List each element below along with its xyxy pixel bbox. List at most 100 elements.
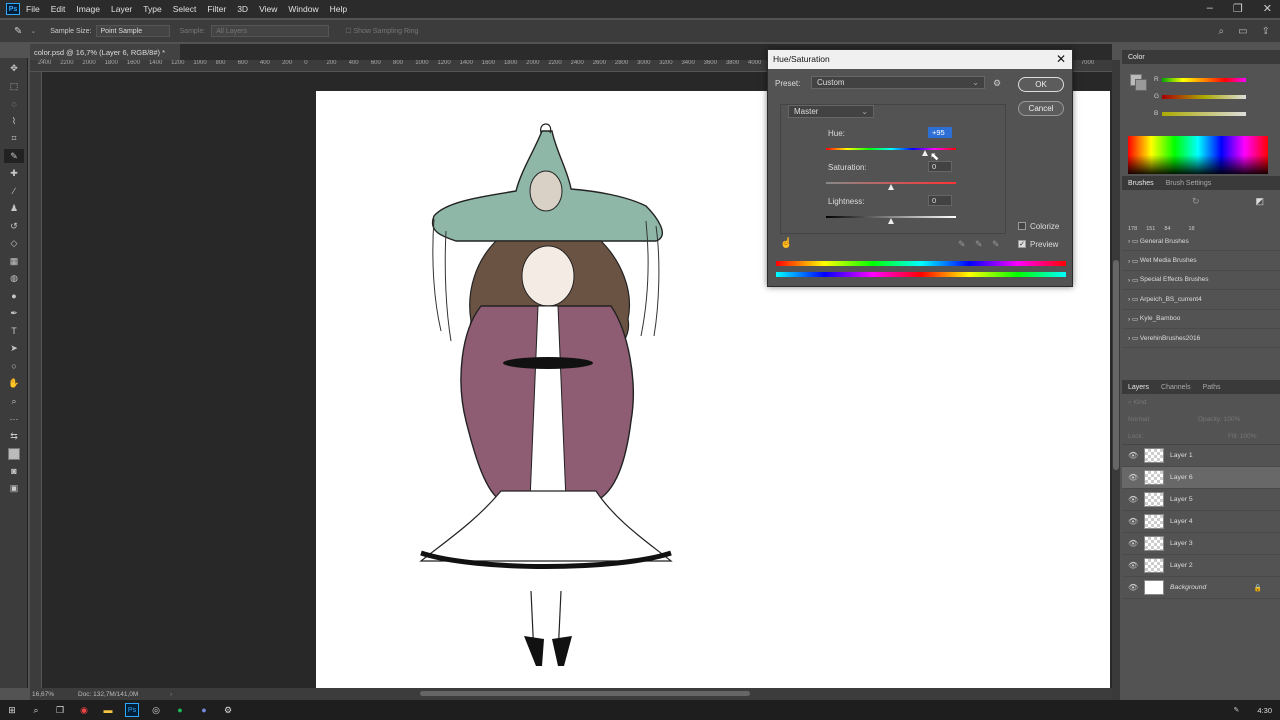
horizontal-scrollbar[interactable] xyxy=(420,691,750,696)
brush-preset-5[interactable]: 18 xyxy=(1189,226,1195,232)
menu-select[interactable]: Select xyxy=(173,4,197,14)
eyedropper-icon[interactable]: ✎ xyxy=(4,149,24,163)
dialog-title-bar[interactable]: Hue/Saturation xyxy=(768,50,1072,69)
saturation-value-field[interactable]: 0 xyxy=(928,161,952,172)
blur-tool-icon[interactable]: ◍ xyxy=(4,272,24,286)
share-icon[interactable]: ⇪ xyxy=(1262,26,1270,37)
brush-tool-icon[interactable]: ∕ xyxy=(4,184,24,198)
chrome-icon[interactable]: ◉ xyxy=(77,703,91,717)
tab-channels[interactable]: Channels xyxy=(1161,384,1191,391)
minimize-icon[interactable]: – xyxy=(1207,2,1213,15)
status-menu-icon[interactable]: › xyxy=(170,691,172,698)
visibility-eye-icon[interactable]: 👁 xyxy=(1128,451,1142,460)
layer-row[interactable]: 👁 Layer 2 xyxy=(1122,555,1280,577)
tool-preset-chevron-icon[interactable]: ⌄ xyxy=(30,27,36,35)
menu-view[interactable]: View xyxy=(259,4,277,14)
document-tab[interactable]: color.psd @ 16,7% (Layer 6, RGB/8#) * ✕ xyxy=(30,44,180,66)
channel-select[interactable]: Master ⌄ xyxy=(788,105,874,118)
hue-slider-thumb[interactable] xyxy=(921,150,928,156)
task-view-icon[interactable]: ❐ xyxy=(53,703,67,717)
red-slider[interactable] xyxy=(1162,78,1246,82)
new-brush-icon[interactable]: ◩ xyxy=(1256,196,1265,207)
vertical-scroll-thumb[interactable] xyxy=(1113,260,1119,470)
menu-image[interactable]: Image xyxy=(76,4,100,14)
screen-mode-icon[interactable]: ▣ xyxy=(4,482,24,496)
zoom-tool-icon[interactable]: ⌕ xyxy=(4,394,24,408)
layer-row[interactable]: 👁 Background 🔒 xyxy=(1122,577,1280,599)
file-explorer-icon[interactable]: ▬ xyxy=(101,703,115,717)
brush-settings-gear-icon[interactable]: ↻ xyxy=(1192,196,1200,207)
brush-preset-3[interactable]: 84 xyxy=(1164,226,1170,232)
menu-window[interactable]: Window xyxy=(288,4,318,14)
move-tool-icon[interactable]: ✥ xyxy=(4,62,24,76)
marquee-tool-icon[interactable]: ⬚ xyxy=(4,79,24,93)
vertical-scrollbar[interactable] xyxy=(1112,60,1120,700)
brush-folder[interactable]: › ▭ Wet Media Brushes xyxy=(1122,251,1280,271)
clock[interactable]: 4:30 xyxy=(1257,706,1272,715)
shape-tool-icon[interactable]: ○ xyxy=(4,359,24,373)
path-select-icon[interactable]: ➤ xyxy=(4,342,24,356)
eyedropper-plus-icon[interactable]: ✎ xyxy=(975,239,983,250)
healing-brush-icon[interactable]: ✚ xyxy=(4,167,24,181)
menu-help[interactable]: Help xyxy=(330,4,347,14)
discord-icon[interactable]: ● xyxy=(197,703,211,717)
blue-slider[interactable] xyxy=(1162,112,1246,116)
settings-icon[interactable]: ⚙ xyxy=(221,703,235,717)
layer-row[interactable]: 👁 Layer 3 xyxy=(1122,533,1280,555)
tab-paths[interactable]: Paths xyxy=(1203,384,1221,391)
pen-tool-icon[interactable]: ✒ xyxy=(4,307,24,321)
tab-brushes[interactable]: Brushes xyxy=(1128,180,1154,187)
brush-preset-1[interactable]: 178 xyxy=(1128,226,1137,232)
gradient-tool-icon[interactable]: ▦ xyxy=(4,254,24,268)
tab-brush-settings[interactable]: Brush Settings xyxy=(1166,180,1212,187)
sample-size-select[interactable]: Point Sample xyxy=(95,25,170,37)
fill-value[interactable]: 100% xyxy=(1240,433,1257,440)
dodge-tool-icon[interactable]: ● xyxy=(4,289,24,303)
show-sampling-ring-checkbox[interactable]: ☐ Show Sampling Ring xyxy=(345,27,418,35)
sample-layers-select[interactable]: All Layers xyxy=(211,25,330,37)
menu-file[interactable]: File xyxy=(26,4,40,14)
stamp-tool-icon[interactable]: ♟ xyxy=(4,202,24,216)
visibility-eye-icon[interactable]: 👁 xyxy=(1128,473,1142,482)
quick-mask-icon[interactable]: ◙ xyxy=(4,464,24,478)
brush-folder[interactable]: › ▭ Kyle_Bamboo xyxy=(1122,310,1280,329)
windows-start-icon[interactable]: ⊞ xyxy=(5,703,19,717)
green-slider[interactable] xyxy=(1162,95,1246,99)
lightness-slider-thumb[interactable] xyxy=(887,218,894,224)
blend-mode-select[interactable]: Normal xyxy=(1128,416,1198,423)
restore-icon[interactable]: ❐ xyxy=(1233,2,1243,15)
brush-preset-2[interactable]: 151 xyxy=(1146,226,1155,232)
hand-tool-icon[interactable]: ✋ xyxy=(4,377,24,391)
lasso-tool-icon[interactable]: ◌ xyxy=(4,97,24,111)
color-spectrum[interactable] xyxy=(1128,136,1268,174)
layer-row[interactable]: 👁 Layer 5 xyxy=(1122,489,1280,511)
menu-type[interactable]: Type xyxy=(143,4,161,14)
tab-color[interactable]: Color xyxy=(1128,54,1145,61)
doc-info[interactable]: Doc: 132,7M/141,0M xyxy=(78,691,170,698)
search-icon[interactable]: ⌕ xyxy=(29,703,43,717)
photoshop-taskbar-icon[interactable]: Ps xyxy=(125,703,139,717)
close-icon[interactable]: ✕ xyxy=(1056,52,1066,66)
layer-row[interactable]: 👁 Layer 4 xyxy=(1122,511,1280,533)
workspace-icon[interactable]: ▭ xyxy=(1238,26,1247,37)
more-tools-icon[interactable]: ··· xyxy=(4,412,24,426)
layer-row-selected[interactable]: 👁 Layer 6 xyxy=(1122,467,1280,489)
saturation-slider-thumb[interactable] xyxy=(887,184,894,190)
layer-row[interactable]: 👁 Layer 1 xyxy=(1122,445,1280,467)
menu-layer[interactable]: Layer xyxy=(111,4,132,14)
color-swatches-icon[interactable] xyxy=(4,447,24,461)
tray-pen-icon[interactable]: ✎ xyxy=(1234,706,1240,714)
menu-filter[interactable]: Filter xyxy=(207,4,226,14)
filter-kind-select[interactable]: ⌕ Kind xyxy=(1128,399,1146,407)
eraser-tool-icon[interactable]: ◇ xyxy=(4,237,24,251)
brush-folder[interactable]: › ▭ Arpeich_BS_current4 xyxy=(1122,290,1280,310)
visibility-eye-icon[interactable]: 👁 xyxy=(1128,583,1142,592)
preset-select[interactable]: Custom ⌄ xyxy=(811,76,985,89)
eyedropper-minus-icon[interactable]: ✎ xyxy=(992,239,1000,250)
menu-edit[interactable]: Edit xyxy=(51,4,66,14)
menu-3d[interactable]: 3D xyxy=(237,4,248,14)
tab-layers[interactable]: Layers xyxy=(1128,384,1149,391)
type-tool-icon[interactable]: T xyxy=(4,324,24,338)
opacity-value[interactable]: 100% xyxy=(1224,416,1241,423)
background-swatch[interactable] xyxy=(1135,79,1147,91)
